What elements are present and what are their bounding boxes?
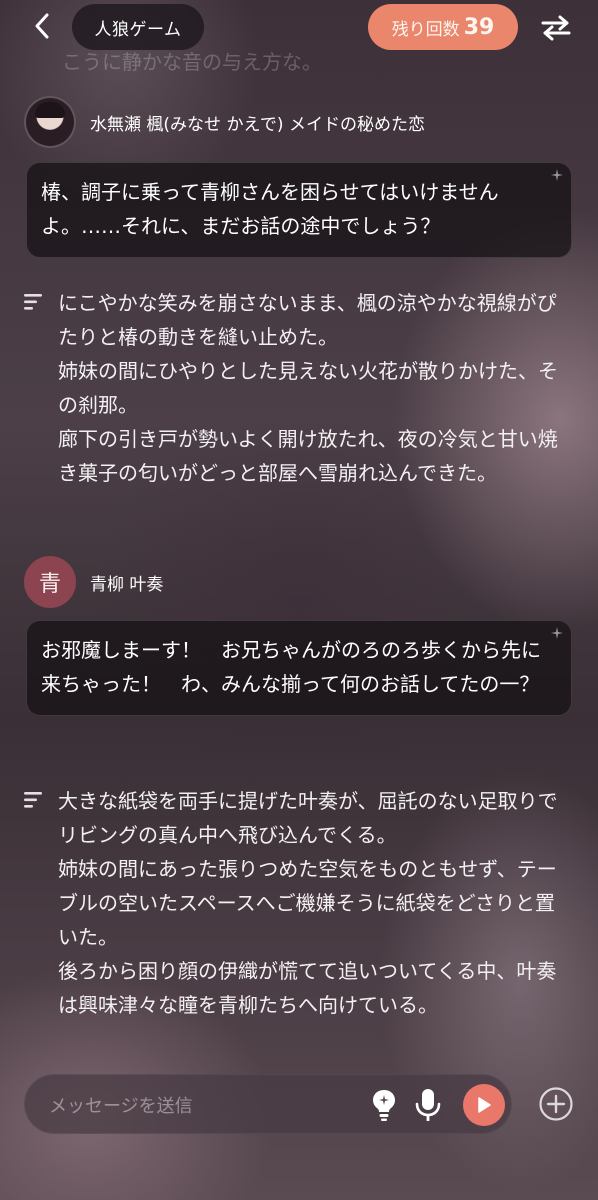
game-title[interactable]: 人狼ゲーム — [72, 4, 204, 50]
mic-button[interactable] — [413, 1087, 443, 1123]
remaining-label: 残り回数 — [391, 19, 460, 40]
back-button[interactable] — [26, 10, 58, 42]
dialogue-text: お邪魔しまーす！ お兄ちゃんがのろのろ歩くから先に来ちゃった！ わ、みんな揃って… — [41, 638, 541, 696]
chevron-left-icon — [35, 13, 49, 39]
avatar[interactable]: 青 — [24, 556, 76, 608]
dialogue-text: 椿、調子に乗って青柳さんを困らせてはいけませんよ。……それに、まだお話の途中でし… — [41, 180, 499, 238]
narration-paragraph: 後ろから困り顔の伊織が慌てて追いついてくる中、叶奏は興味津々な瞳を青柳たちへ向け… — [58, 959, 557, 1017]
message-composer — [24, 1074, 512, 1134]
narration-text: 大きな紙袋を両手に提げた叶奏が、屈託のない足取りでリビングの真ん中へ飛び込んでく… — [58, 784, 574, 1022]
narration-lines-icon — [24, 294, 42, 310]
game-title-label: 人狼ゲーム — [94, 19, 182, 40]
narration-block: にこやかな笑みを崩さないまま、楓の涼やかな視線がぴたりと椿の動きを縫い止めた。 … — [22, 286, 574, 490]
narration-paragraph: 姉妹の間にひやりとした見えない火花が散りかけた、その刹那。 — [58, 359, 558, 417]
swap-button[interactable] — [538, 10, 574, 46]
remaining-count-badge: 残り回数 39 — [368, 4, 518, 50]
narration-paragraph: にこやかな笑みを崩さないまま、楓の涼やかな視線がぴたりと椿の動きを縫い止めた。 — [58, 291, 557, 349]
microphone-icon — [415, 1089, 441, 1121]
speaker-row: 青 青柳 叶奏 — [24, 556, 163, 608]
speaker-name: 水無瀬 楓(みなせ かえで) メイドの秘めた恋 — [90, 114, 425, 135]
sparkle-icon — [551, 169, 563, 181]
add-button[interactable] — [538, 1086, 574, 1122]
message-input[interactable] — [47, 1089, 351, 1123]
narration-lines-icon — [24, 792, 42, 808]
narration-text: にこやかな笑みを崩さないまま、楓の涼やかな視線がぴたりと椿の動きを縫い止めた。 … — [58, 286, 574, 490]
send-button[interactable] — [463, 1084, 505, 1126]
speaker-name: 青柳 叶奏 — [90, 574, 164, 595]
hint-button[interactable] — [367, 1087, 401, 1123]
remaining-count: 39 — [463, 14, 495, 40]
faded-previous-text: こうに静かな音の与え方な。 — [62, 50, 322, 74]
plus-circle-icon — [539, 1087, 573, 1121]
play-icon — [478, 1097, 491, 1113]
narration-paragraph: 廊下の引き戸が勢いよく開け放たれ、夜の冷気と甘い焼き菓子の匂いがどっと部屋へ雪崩… — [58, 427, 558, 485]
avatar-letter: 青 — [38, 572, 61, 597]
narration-paragraph: 大きな紙袋を両手に提げた叶奏が、屈託のない足取りでリビングの真ん中へ飛び込んでく… — [58, 789, 558, 847]
narration-paragraph: 姉妹の間にあった張りつめた空気をものともせず、テーブルの空いたスペースへご機嫌そ… — [58, 857, 557, 949]
swap-arrows-icon — [541, 15, 571, 41]
narration-block: 大きな紙袋を両手に提げた叶奏が、屈託のない足取りでリビングの真ん中へ飛び込んでく… — [22, 784, 574, 1022]
lightbulb-icon — [373, 1090, 395, 1121]
sparkle-icon — [551, 627, 563, 639]
dialogue-bubble: 椿、調子に乗って青柳さんを困らせてはいけませんよ。……それに、まだお話の途中でし… — [26, 162, 572, 258]
speaker-row: 水無瀬 楓(みなせ かえで) メイドの秘めた恋 — [24, 96, 425, 148]
avatar[interactable] — [24, 96, 76, 148]
dialogue-bubble: お邪魔しまーす！ お兄ちゃんがのろのろ歩くから先に来ちゃった！ わ、みんな揃って… — [26, 620, 572, 716]
